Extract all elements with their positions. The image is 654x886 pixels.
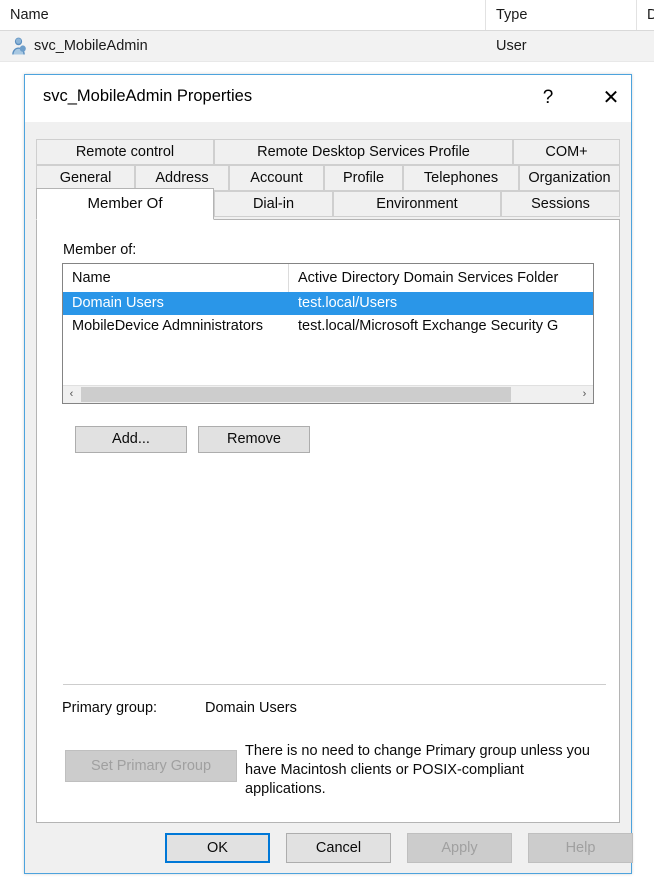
tab-account[interactable]: Account	[229, 165, 324, 191]
member-of-cell-folder: test.local/Microsoft Exchange Security G	[298, 318, 559, 334]
member-of-horizontal-scrollbar[interactable]: ‹ ›	[63, 385, 593, 403]
section-divider	[63, 684, 606, 685]
tab-telephones[interactable]: Telephones	[403, 165, 519, 191]
member-of-row-domain-users[interactable]: Domain Users test.local/Users	[63, 292, 593, 315]
chevron-left-icon[interactable]: ‹	[63, 386, 80, 403]
tab-profile[interactable]: Profile	[324, 165, 403, 191]
tab-row-3: Member Of Dial-in Environment Sessions	[36, 188, 620, 220]
dialog-title: svc_MobileAdmin Properties	[43, 87, 253, 105]
member-of-label: Member of:	[63, 242, 137, 258]
results-cell-type: User	[496, 38, 527, 54]
tab-remote-control[interactable]: Remote control	[36, 139, 214, 165]
tab-remote-desktop-services-profile[interactable]: Remote Desktop Services Profile	[214, 139, 513, 165]
column-header-name[interactable]: Name	[0, 0, 486, 30]
member-of-cell-name: Domain Users	[72, 295, 164, 311]
ok-button[interactable]: OK	[165, 833, 270, 863]
dialog-title-bar: svc_MobileAdmin Properties ? ✕	[25, 75, 631, 122]
help-button[interactable]: Help	[528, 833, 633, 863]
tab-organization[interactable]: Organization	[519, 165, 620, 191]
primary-group-note: There is no need to change Primary group…	[245, 743, 590, 797]
scrollbar-thumb[interactable]	[81, 387, 511, 402]
tab-sessions[interactable]: Sessions	[501, 191, 620, 217]
set-primary-group-button[interactable]: Set Primary Group	[65, 750, 237, 782]
tab-com-plus[interactable]: COM+	[513, 139, 620, 165]
chevron-right-icon[interactable]: ›	[576, 386, 593, 403]
tab-row-1: Remote control Remote Desktop Services P…	[36, 139, 620, 165]
tab-environment[interactable]: Environment	[333, 191, 501, 217]
remove-button[interactable]: Remove	[198, 426, 310, 453]
member-of-cell-folder: test.local/Users	[298, 295, 398, 311]
tab-panel-member-of: Member of: Name Active Directory Domain …	[36, 219, 620, 823]
results-column-header-row: Name Type D	[0, 0, 654, 31]
tab-dial-in[interactable]: Dial-in	[214, 191, 333, 217]
member-of-column-header-name[interactable]: Name	[63, 264, 289, 292]
column-header-type[interactable]: Type	[486, 0, 637, 30]
apply-button[interactable]: Apply	[407, 833, 512, 863]
primary-group-label: Primary group:	[62, 700, 158, 716]
primary-group-value: Domain Users	[205, 700, 297, 716]
results-cell-name: svc_MobileAdmin	[34, 38, 148, 54]
results-row-svc-mobileadmin[interactable]: svc_MobileAdmin User	[0, 31, 654, 62]
tab-strip: Remote control Remote Desktop Services P…	[36, 139, 620, 220]
member-of-cell-name: MobileDevice Admninistrators	[72, 318, 263, 334]
member-of-column-header-row: Name Active Directory Domain Services Fo…	[63, 264, 593, 293]
member-of-column-header-folder[interactable]: Active Directory Domain Services Folder	[289, 264, 593, 292]
add-button[interactable]: Add...	[75, 426, 187, 453]
close-icon[interactable]: ✕	[592, 81, 630, 115]
tab-member-of[interactable]: Member Of	[36, 188, 214, 220]
properties-dialog: svc_MobileAdmin Properties ? ✕ Remote co…	[24, 74, 633, 874]
member-of-listbox[interactable]: Name Active Directory Domain Services Fo…	[62, 263, 594, 404]
cancel-button[interactable]: Cancel	[286, 833, 391, 863]
help-icon[interactable]: ?	[529, 81, 567, 115]
member-of-row-mobiledevice-admninistrators[interactable]: MobileDevice Admninistrators test.local/…	[63, 315, 593, 338]
dialog-button-bar: OK Cancel Apply Help	[25, 823, 633, 873]
column-header-description[interactable]: D	[637, 0, 654, 30]
